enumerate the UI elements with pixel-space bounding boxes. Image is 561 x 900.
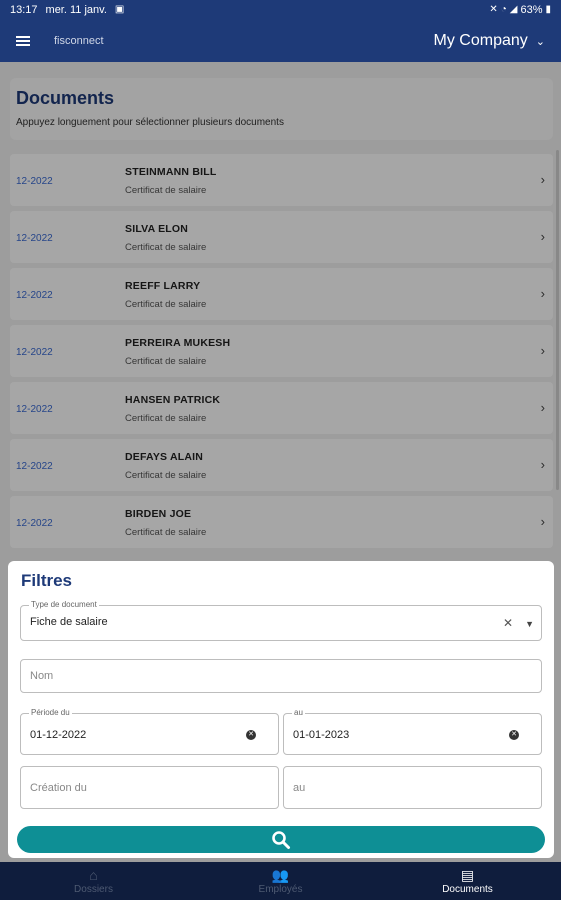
bottom-navigation: ⌂ Dossiers 👥 Employés ▤ Documents: [0, 862, 561, 900]
status-date: mer. 11 janv.: [45, 4, 107, 16]
period-from-value: 01-12-2022: [30, 729, 87, 741]
period-to-value: 01-01-2023: [293, 729, 350, 741]
battery-level: 63%: [520, 4, 543, 16]
name-field[interactable]: Nom: [20, 659, 542, 693]
company-selector[interactable]: My Company ⌄: [434, 32, 545, 50]
created-to-placeholder: au: [293, 782, 306, 794]
created-from-field[interactable]: Création du: [20, 766, 279, 809]
app-title: fisconnect: [54, 35, 104, 47]
period-from-label: Période du: [29, 708, 72, 717]
clear-icon[interactable]: ✕: [503, 616, 513, 630]
status-time: 13:17: [10, 4, 38, 16]
nav-label: Dossiers: [74, 883, 113, 895]
document-type-label: Type de document: [29, 600, 99, 609]
dropdown-arrow-icon[interactable]: ▼: [525, 619, 534, 629]
document-type-select[interactable]: Type de document Fiche de salaire ✕ ▼: [20, 600, 542, 641]
status-bar: 13:17 mer. 11 janv. ▣ ✕ ◔ ◢ 63% ▮: [0, 0, 561, 20]
scrollbar[interactable]: [556, 150, 559, 490]
nav-item-dossiers[interactable]: ⌂ Dossiers: [0, 862, 187, 900]
nav-item-employes[interactable]: 👥 Employés: [187, 862, 374, 900]
period-to-field[interactable]: au 01-01-2023 ✕: [283, 708, 542, 755]
search-button[interactable]: [17, 826, 545, 853]
home-icon: ⌂: [89, 866, 98, 883]
filter-title: Filtres: [21, 571, 73, 590]
gallery-notification-icon: ▣: [114, 4, 125, 15]
menu-icon[interactable]: [16, 36, 30, 46]
people-icon: 👥: [271, 866, 290, 883]
wifi-icon: ◔: [500, 4, 507, 15]
nav-label: Documents: [442, 883, 493, 895]
document-type-value: Fiche de salaire: [30, 616, 108, 628]
battery-icon: ▮: [545, 4, 551, 15]
app-bar: fisconnect My Company ⌄: [0, 20, 561, 62]
period-from-field[interactable]: Période du 01-12-2022 ✕: [20, 708, 279, 755]
documents-icon: ▤: [460, 866, 475, 883]
created-from-placeholder: Création du: [30, 782, 87, 794]
nav-item-documents[interactable]: ▤ Documents: [374, 862, 561, 900]
created-to-field[interactable]: au: [283, 766, 542, 809]
period-to-label: au: [292, 708, 305, 717]
mute-icon: ✕: [489, 4, 498, 15]
company-name: My Company: [433, 32, 528, 49]
search-icon: [272, 830, 290, 849]
clear-circle-icon[interactable]: ✕: [509, 730, 519, 740]
name-placeholder: Nom: [30, 670, 54, 682]
filter-sheet: Filtres Type de document Fiche de salair…: [8, 561, 554, 858]
signal-icon: ◢: [509, 4, 518, 15]
clear-circle-icon[interactable]: ✕: [246, 730, 256, 740]
chevron-down-icon: ⌄: [535, 35, 545, 48]
nav-label: Employés: [258, 883, 303, 895]
